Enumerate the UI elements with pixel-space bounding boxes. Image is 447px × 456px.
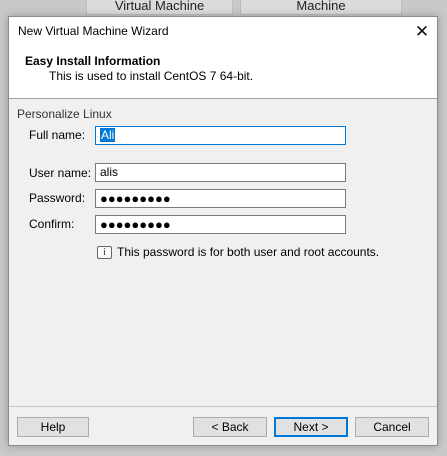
wizard-dialog: New Virtual Machine Wizard ✕ Easy Instal… [8,16,438,446]
help-button[interactable]: Help [17,417,89,437]
wizard-header: Easy Install Information This is used to… [9,46,437,99]
confirm-label: Confirm: [29,217,75,231]
close-button[interactable]: ✕ [407,17,437,46]
group-label-personalize-linux: Personalize Linux [17,107,112,121]
user-name-field[interactable]: alis [95,163,346,182]
confirm-field[interactable]: ●●●●●●●●● [95,215,346,234]
full-name-value: Ali [100,128,116,142]
back-button[interactable]: < Back [193,417,267,437]
header-subtitle: This is used to install CentOS 7 64-bit. [49,69,254,83]
user-name-value: alis [100,165,119,179]
full-name-field[interactable]: Ali [95,126,346,145]
confirm-value: ●●●●●●●●● [100,217,171,232]
footer-divider [9,406,437,407]
password-value: ●●●●●●●●● [100,191,171,206]
password-field[interactable]: ●●●●●●●●● [95,189,346,208]
user-name-label: User name: [29,166,92,180]
header-title: Easy Install Information [25,54,161,68]
info-text: This password is for both user and root … [117,245,380,259]
info-icon: i [97,246,112,259]
close-icon: ✕ [414,22,430,41]
next-button[interactable]: Next > [274,417,348,437]
cancel-button[interactable]: Cancel [355,417,429,437]
background-tab-virtual-machine: Virtual Machine [86,0,233,15]
title-bar: New Virtual Machine Wizard ✕ [9,17,437,46]
background-tab-machine: Machine [240,0,402,15]
full-name-label: Full name: [29,128,86,142]
window-title: New Virtual Machine Wizard [18,24,169,38]
password-label: Password: [29,191,86,205]
